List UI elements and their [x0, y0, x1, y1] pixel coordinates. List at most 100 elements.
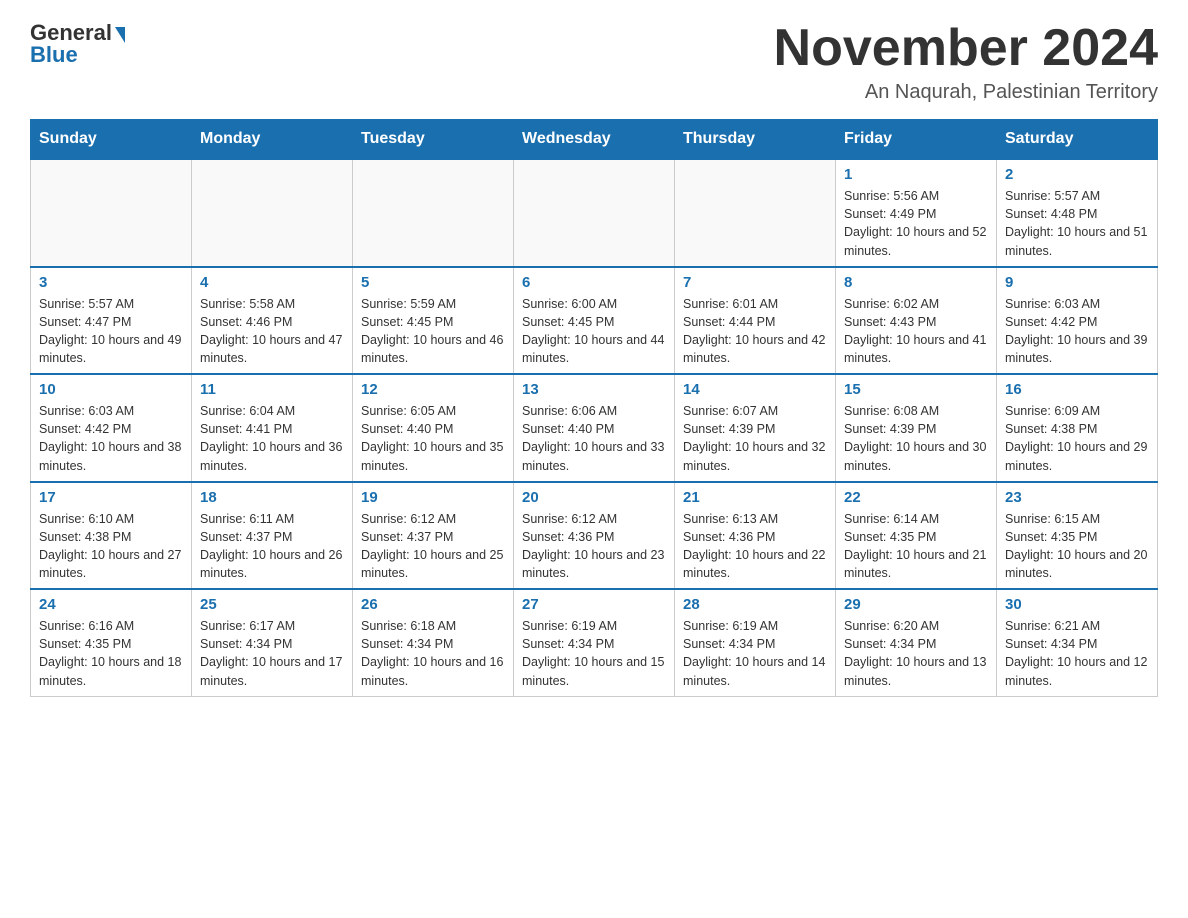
- day-info: Sunrise: 5:57 AMSunset: 4:48 PMDaylight:…: [1005, 187, 1149, 260]
- calendar-cell: 5 Sunrise: 5:59 AMSunset: 4:45 PMDaylight…: [353, 267, 514, 375]
- day-info: Sunrise: 6:05 AMSunset: 4:40 PMDaylight:…: [361, 402, 505, 475]
- day-info: Sunrise: 6:01 AMSunset: 4:44 PMDaylight:…: [683, 295, 827, 368]
- title-section: November 2024 An Naqurah, Palestinian Te…: [774, 20, 1158, 104]
- calendar-header-monday: Monday: [192, 120, 353, 160]
- day-info: Sunrise: 6:10 AMSunset: 4:38 PMDaylight:…: [39, 510, 183, 583]
- calendar-cell: [192, 159, 353, 267]
- day-info: Sunrise: 6:08 AMSunset: 4:39 PMDaylight:…: [844, 402, 988, 475]
- day-number: 27: [522, 596, 666, 613]
- calendar-cell: 25 Sunrise: 6:17 AMSunset: 4:34 PMDayligh…: [192, 589, 353, 696]
- day-info: Sunrise: 6:16 AMSunset: 4:35 PMDaylight:…: [39, 617, 183, 690]
- day-info: Sunrise: 5:59 AMSunset: 4:45 PMDaylight:…: [361, 295, 505, 368]
- calendar-cell: 3Sunrise: 5:57 AMSunset: 4:47 PMDaylight…: [31, 267, 192, 375]
- calendar-cell: 27 Sunrise: 6:19 AMSunset: 4:34 PMDayligh…: [514, 589, 675, 696]
- calendar-week-row: 1 Sunrise: 5:56 AMSunset: 4:49 PMDaylight…: [31, 159, 1158, 267]
- calendar-cell: 9 Sunrise: 6:03 AMSunset: 4:42 PMDaylight…: [997, 267, 1158, 375]
- calendar-week-row: 17 Sunrise: 6:10 AMSunset: 4:38 PMDayligh…: [31, 482, 1158, 590]
- day-number: 29: [844, 596, 988, 613]
- day-number: 12: [361, 381, 505, 398]
- calendar-cell: 23 Sunrise: 6:15 AMSunset: 4:35 PMDayligh…: [997, 482, 1158, 590]
- day-number: 24: [39, 596, 183, 613]
- day-info: Sunrise: 6:03 AMSunset: 4:42 PMDaylight:…: [1005, 295, 1149, 368]
- day-info: Sunrise: 5:58 AMSunset: 4:46 PMDaylight:…: [200, 295, 344, 368]
- day-number: 5: [361, 274, 505, 291]
- day-info: Sunrise: 6:21 AMSunset: 4:34 PMDaylight:…: [1005, 617, 1149, 690]
- day-number: 14: [683, 381, 827, 398]
- day-info: Sunrise: 6:19 AMSunset: 4:34 PMDaylight:…: [683, 617, 827, 690]
- day-number: 25: [200, 596, 344, 613]
- day-number: 23: [1005, 489, 1149, 506]
- day-number: 6: [522, 274, 666, 291]
- calendar-cell: 28 Sunrise: 6:19 AMSunset: 4:34 PMDayligh…: [675, 589, 836, 696]
- day-number: 8: [844, 274, 988, 291]
- calendar-cell: 14 Sunrise: 6:07 AMSunset: 4:39 PMDayligh…: [675, 374, 836, 482]
- day-number: 26: [361, 596, 505, 613]
- calendar-header-sunday: Sunday: [31, 120, 192, 160]
- calendar-header-tuesday: Tuesday: [353, 120, 514, 160]
- month-title: November 2024: [774, 20, 1158, 77]
- calendar-cell: 22 Sunrise: 6:14 AMSunset: 4:35 PMDayligh…: [836, 482, 997, 590]
- location: An Naqurah, Palestinian Territory: [774, 81, 1158, 104]
- day-info: Sunrise: 6:09 AMSunset: 4:38 PMDaylight:…: [1005, 402, 1149, 475]
- day-number: 9: [1005, 274, 1149, 291]
- calendar-cell: 10 Sunrise: 6:03 AMSunset: 4:42 PMDayligh…: [31, 374, 192, 482]
- calendar-cell: 2 Sunrise: 5:57 AMSunset: 4:48 PMDaylight…: [997, 159, 1158, 267]
- calendar-cell: 4 Sunrise: 5:58 AMSunset: 4:46 PMDaylight…: [192, 267, 353, 375]
- calendar-header-saturday: Saturday: [997, 120, 1158, 160]
- day-number: 28: [683, 596, 827, 613]
- day-number: 22: [844, 489, 988, 506]
- day-number: 1: [844, 166, 988, 183]
- day-number: 7: [683, 274, 827, 291]
- day-info: Sunrise: 6:15 AMSunset: 4:35 PMDaylight:…: [1005, 510, 1149, 583]
- day-number: 10: [39, 381, 183, 398]
- calendar-cell: 29Sunrise: 6:20 AMSunset: 4:34 PMDayligh…: [836, 589, 997, 696]
- calendar-cell: [353, 159, 514, 267]
- day-number: 3: [39, 274, 183, 291]
- day-info: Sunrise: 6:17 AMSunset: 4:34 PMDaylight:…: [200, 617, 344, 690]
- calendar-cell: 13 Sunrise: 6:06 AMSunset: 4:40 PMDayligh…: [514, 374, 675, 482]
- day-number: 11: [200, 381, 344, 398]
- day-info: Sunrise: 6:06 AMSunset: 4:40 PMDaylight:…: [522, 402, 666, 475]
- calendar-cell: 1 Sunrise: 5:56 AMSunset: 4:49 PMDaylight…: [836, 159, 997, 267]
- calendar-cell: 21 Sunrise: 6:13 AMSunset: 4:36 PMDayligh…: [675, 482, 836, 590]
- calendar-cell: 18 Sunrise: 6:11 AMSunset: 4:37 PMDayligh…: [192, 482, 353, 590]
- day-info: Sunrise: 6:12 AMSunset: 4:37 PMDaylight:…: [361, 510, 505, 583]
- day-number: 21: [683, 489, 827, 506]
- day-info: Sunrise: 6:19 AMSunset: 4:34 PMDaylight:…: [522, 617, 666, 690]
- day-info: Sunrise: 6:03 AMSunset: 4:42 PMDaylight:…: [39, 402, 183, 475]
- logo-triangle-icon: [115, 27, 125, 43]
- day-number: 30: [1005, 596, 1149, 613]
- calendar-header-row: SundayMondayTuesdayWednesdayThursdayFrid…: [31, 120, 1158, 160]
- calendar-cell: 8 Sunrise: 6:02 AMSunset: 4:43 PMDaylight…: [836, 267, 997, 375]
- day-info: Sunrise: 6:02 AMSunset: 4:43 PMDaylight:…: [844, 295, 988, 368]
- day-info: Sunrise: 6:11 AMSunset: 4:37 PMDaylight:…: [200, 510, 344, 583]
- day-info: Sunrise: 5:56 AMSunset: 4:49 PMDaylight:…: [844, 187, 988, 260]
- calendar-table: SundayMondayTuesdayWednesdayThursdayFrid…: [30, 119, 1158, 697]
- day-number: 2: [1005, 166, 1149, 183]
- day-info: Sunrise: 6:14 AMSunset: 4:35 PMDaylight:…: [844, 510, 988, 583]
- calendar-cell: [31, 159, 192, 267]
- day-number: 20: [522, 489, 666, 506]
- calendar-cell: [675, 159, 836, 267]
- day-info: Sunrise: 6:12 AMSunset: 4:36 PMDaylight:…: [522, 510, 666, 583]
- calendar-cell: 15 Sunrise: 6:08 AMSunset: 4:39 PMDayligh…: [836, 374, 997, 482]
- day-info: Sunrise: 6:07 AMSunset: 4:39 PMDaylight:…: [683, 402, 827, 475]
- calendar-cell: 11Sunrise: 6:04 AMSunset: 4:41 PMDayligh…: [192, 374, 353, 482]
- calendar-cell: 20 Sunrise: 6:12 AMSunset: 4:36 PMDayligh…: [514, 482, 675, 590]
- day-number: 17: [39, 489, 183, 506]
- day-info: Sunrise: 6:13 AMSunset: 4:36 PMDaylight:…: [683, 510, 827, 583]
- day-number: 18: [200, 489, 344, 506]
- day-number: 15: [844, 381, 988, 398]
- calendar-week-row: 3Sunrise: 5:57 AMSunset: 4:47 PMDaylight…: [31, 267, 1158, 375]
- day-number: 13: [522, 381, 666, 398]
- calendar-cell: 12 Sunrise: 6:05 AMSunset: 4:40 PMDayligh…: [353, 374, 514, 482]
- day-number: 4: [200, 274, 344, 291]
- calendar-week-row: 24 Sunrise: 6:16 AMSunset: 4:35 PMDayligh…: [31, 589, 1158, 696]
- logo: General Blue: [30, 20, 125, 68]
- day-info: Sunrise: 6:00 AMSunset: 4:45 PMDaylight:…: [522, 295, 666, 368]
- calendar-week-row: 10 Sunrise: 6:03 AMSunset: 4:42 PMDayligh…: [31, 374, 1158, 482]
- calendar-cell: 24 Sunrise: 6:16 AMSunset: 4:35 PMDayligh…: [31, 589, 192, 696]
- calendar-cell: 19Sunrise: 6:12 AMSunset: 4:37 PMDayligh…: [353, 482, 514, 590]
- calendar-cell: 6 Sunrise: 6:00 AMSunset: 4:45 PMDaylight…: [514, 267, 675, 375]
- calendar-header-thursday: Thursday: [675, 120, 836, 160]
